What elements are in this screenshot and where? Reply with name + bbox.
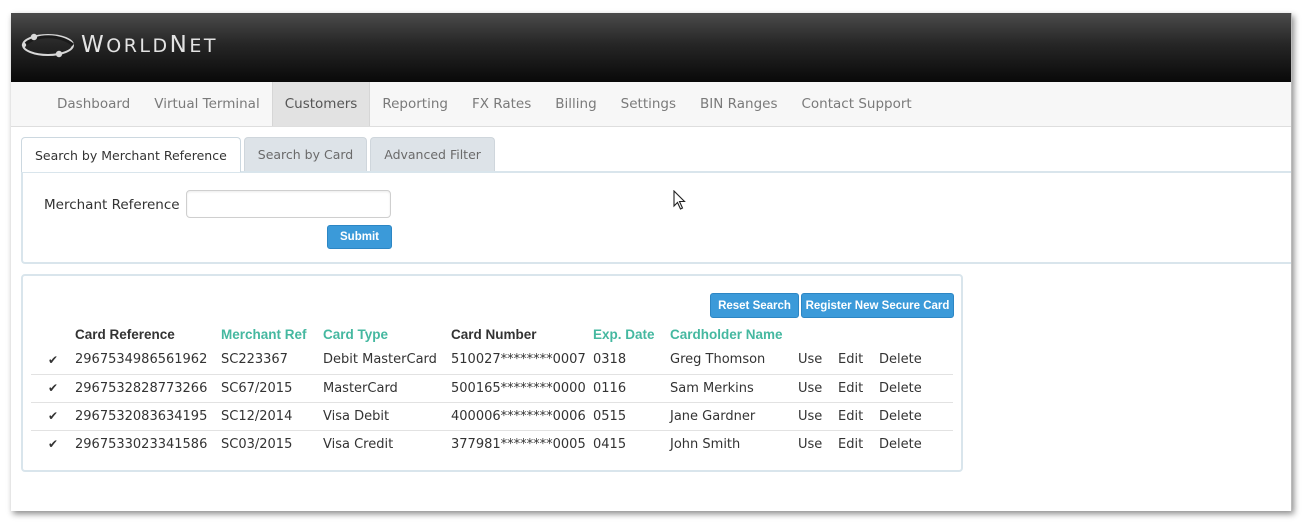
use-card-link[interactable]: Use xyxy=(798,374,838,402)
table-header-row: Card Reference Merchant Ref Card Type Card … xyxy=(31,318,953,346)
delete-card-link[interactable]: Delete xyxy=(879,346,953,374)
actions-column-header xyxy=(798,318,838,346)
card-reference-cell: 2967532828773266 xyxy=(75,380,208,396)
exp-date-cell: 0116 xyxy=(593,380,627,396)
edit-card-link[interactable]: Edit xyxy=(838,374,879,402)
use-card-link[interactable]: Use xyxy=(798,430,838,458)
merchant-reference-label: Merchant Reference xyxy=(44,197,180,213)
app-window: WORLDNET Dashboard Virtual Terminal Custom… xyxy=(11,13,1292,511)
cardholder-name-cell: Jane Gardner xyxy=(670,408,756,424)
checkmark-icon: ✔ xyxy=(47,381,59,395)
merchant-ref-cell: SC12/2014 xyxy=(221,408,293,424)
checkmark-icon: ✔ xyxy=(47,409,59,423)
exp-date-cell: 0318 xyxy=(593,352,627,368)
merchant-ref-cell: SC223367 xyxy=(221,352,288,368)
edit-card-link[interactable]: Edit xyxy=(838,402,879,430)
nav-item-reporting[interactable]: Reporting xyxy=(370,82,460,126)
use-card-link[interactable]: Use xyxy=(798,346,838,374)
card-number-cell: 500165********0000 xyxy=(451,380,586,396)
submit-button[interactable]: Submit xyxy=(327,225,392,249)
table-row: ✔ 2967532083634195 SC12/2014 Visa Debit 4000… xyxy=(31,402,953,430)
edit-card-link[interactable]: Edit xyxy=(838,430,879,458)
reset-search-button[interactable]: Reset Search xyxy=(710,293,799,318)
logo[interactable]: WORLDNET xyxy=(21,30,218,60)
card-reference-cell: 2967532083634195 xyxy=(75,408,208,424)
delete-card-link[interactable]: Delete xyxy=(879,374,953,402)
exp-date-cell: 0515 xyxy=(593,408,627,424)
cardholder-name-cell: Sam Merkins xyxy=(670,380,754,396)
orbit-logo-icon xyxy=(21,33,75,58)
search-panel: Merchant Reference Submit xyxy=(21,171,1291,264)
main-nav: Dashboard Virtual Terminal Customers Report… xyxy=(11,82,1291,127)
column-header-card-reference: Card Reference xyxy=(75,326,175,342)
tab-advanced-filter[interactable]: Advanced Filter xyxy=(370,137,495,171)
use-card-link[interactable]: Use xyxy=(798,402,838,430)
tab-search-by-card[interactable]: Search by Card xyxy=(243,137,368,171)
mouse-cursor-icon xyxy=(673,190,686,210)
card-type-cell: MasterCard xyxy=(323,380,398,396)
nav-item-billing[interactable]: Billing xyxy=(543,82,608,126)
nav-item-settings[interactable]: Settings xyxy=(609,82,688,126)
nav-item-virtual-terminal[interactable]: Virtual Terminal xyxy=(142,82,271,126)
table-row: ✔ 2967532828773266 SC67/2015 MasterCard 5001… xyxy=(31,374,953,402)
nav-item-fx-rates[interactable]: FX Rates xyxy=(460,82,543,126)
secure-cards-table: Card Reference Merchant Ref Card Type Card … xyxy=(31,318,953,458)
column-header-exp-date[interactable]: Exp. Date xyxy=(593,318,670,346)
card-number-cell: 510027********0007 xyxy=(451,352,586,368)
nav-item-customers[interactable]: Customers xyxy=(271,82,371,126)
column-header-card-number: Card Number xyxy=(451,326,537,342)
card-type-cell: Visa Credit xyxy=(323,436,394,452)
nav-item-dashboard[interactable]: Dashboard xyxy=(45,82,142,126)
tab-search-by-merchant-reference[interactable]: Search by Merchant Reference xyxy=(21,137,241,172)
header-bar: WORLDNET xyxy=(11,13,1291,82)
card-type-cell: Debit MasterCard xyxy=(323,352,437,368)
table-row: ✔ 2967534986561962 SC223367 Debit MasterCar… xyxy=(31,346,953,374)
actions-column-header xyxy=(879,318,953,346)
cardholder-name-cell: Greg Thomson xyxy=(670,352,766,368)
card-reference-cell: 2967533023341586 xyxy=(75,436,208,452)
select-column-header xyxy=(31,318,75,346)
column-header-merchant-ref[interactable]: Merchant Ref xyxy=(221,318,323,346)
cardholder-name-cell: John Smith xyxy=(670,436,741,452)
delete-card-link[interactable]: Delete xyxy=(879,430,953,458)
table-row: ✔ 2967533023341586 SC03/2015 Visa Credit 377… xyxy=(31,430,953,458)
exp-date-cell: 0415 xyxy=(593,436,627,452)
card-reference-cell: 2967534986561962 xyxy=(75,352,208,368)
nav-item-contact-support[interactable]: Contact Support xyxy=(790,82,924,126)
merchant-reference-input[interactable] xyxy=(186,190,391,218)
logo-text: WORLDNET xyxy=(81,32,218,58)
register-new-secure-card-button[interactable]: Register New Secure Card xyxy=(801,293,954,318)
search-tabs: Search by Merchant Reference Search by Ca… xyxy=(21,137,498,172)
actions-column-header xyxy=(838,318,879,346)
merchant-ref-cell: SC67/2015 xyxy=(221,380,293,396)
column-header-card-type[interactable]: Card Type xyxy=(323,318,451,346)
card-number-cell: 400006********0006 xyxy=(451,408,586,424)
column-header-cardholder-name[interactable]: Cardholder Name xyxy=(670,318,798,346)
edit-card-link[interactable]: Edit xyxy=(838,346,879,374)
card-type-cell: Visa Debit xyxy=(323,408,390,424)
delete-card-link[interactable]: Delete xyxy=(879,402,953,430)
checkmark-icon: ✔ xyxy=(47,437,59,452)
merchant-ref-cell: SC03/2015 xyxy=(221,436,293,452)
card-number-cell: 377981********0005 xyxy=(451,436,586,452)
results-panel: Reset Search Register New Secure Card Ca… xyxy=(21,274,963,472)
nav-item-bin-ranges[interactable]: BIN Ranges xyxy=(688,82,789,126)
checkmark-icon: ✔ xyxy=(47,352,59,367)
